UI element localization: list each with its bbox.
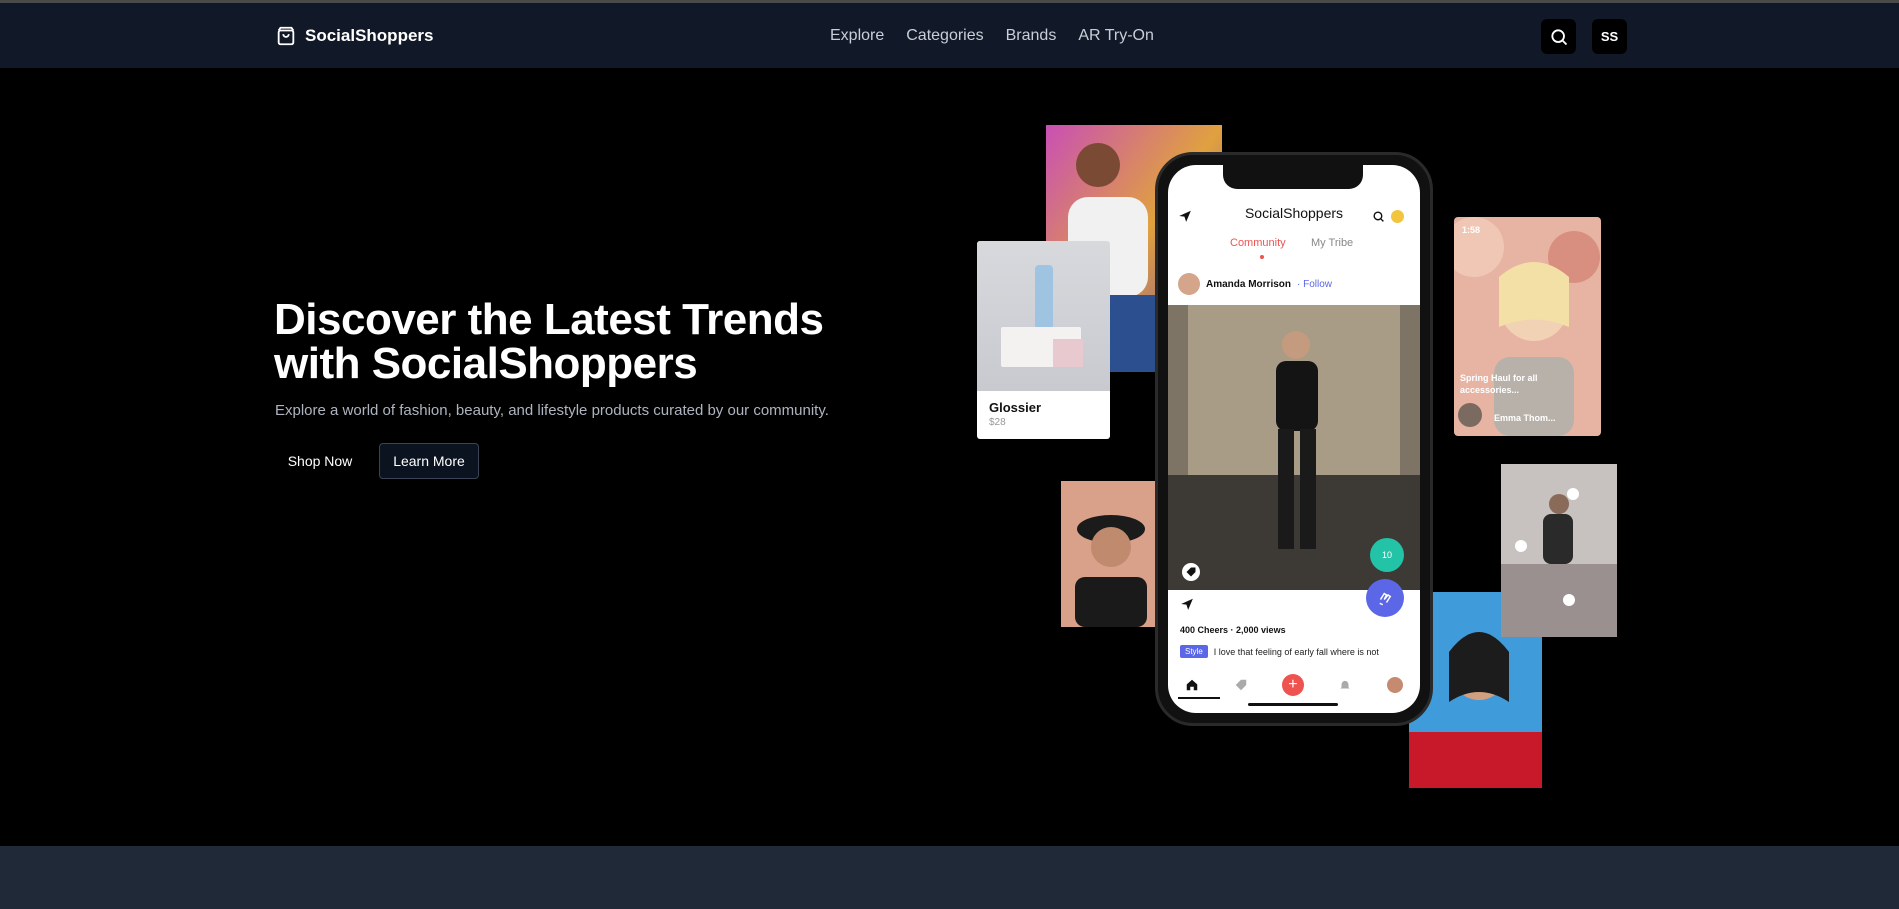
next-section bbox=[0, 846, 1899, 909]
search-icon[interactable] bbox=[1372, 210, 1385, 223]
follow-link[interactable]: · Follow bbox=[1297, 279, 1332, 290]
share-icon[interactable] bbox=[1180, 597, 1194, 611]
product-name: Glossier bbox=[989, 400, 1042, 415]
story-username: Emma Thom... bbox=[1494, 413, 1556, 423]
product-image bbox=[977, 241, 1110, 391]
add-post-button[interactable]: + bbox=[1281, 674, 1304, 696]
photo-man-hat bbox=[1061, 481, 1155, 627]
nav-link-ar-try-on[interactable]: AR Try-On bbox=[1078, 27, 1154, 45]
shopping-bag-icon bbox=[277, 26, 295, 46]
search-icon bbox=[1550, 28, 1567, 45]
main-nav: Explore Categories Brands AR Try-On bbox=[830, 27, 1154, 45]
user-avatar[interactable]: SS bbox=[1592, 19, 1627, 54]
author-name: Amanda Morrison bbox=[1206, 278, 1292, 290]
nav-link-brands[interactable]: Brands bbox=[1006, 27, 1057, 45]
photo-woman-rooftop bbox=[1501, 464, 1617, 637]
product-card-glossier[interactable]: Glossier $28 bbox=[977, 241, 1110, 439]
brand-logo[interactable]: SocialShoppers bbox=[275, 25, 433, 47]
brand-name: SocialShoppers bbox=[305, 26, 434, 45]
top-navbar: SocialShoppers Explore Categories Brands… bbox=[0, 3, 1899, 68]
post-stats: 400 Cheers · 2,000 views bbox=[1180, 625, 1286, 635]
bottom-tab-bar: + bbox=[1168, 670, 1420, 700]
shop-now-button[interactable]: Shop Now bbox=[275, 443, 365, 479]
story-caption: Spring Haul for all accessories... bbox=[1460, 373, 1538, 395]
clap-icon bbox=[1379, 592, 1392, 606]
tab-community[interactable]: Community bbox=[1230, 237, 1286, 249]
hero-subtitle: Explore a world of fashion, beauty, and … bbox=[275, 402, 829, 419]
cheer-button[interactable] bbox=[1366, 579, 1404, 617]
profile-dot[interactable] bbox=[1391, 210, 1404, 223]
nav-link-categories[interactable]: Categories bbox=[906, 27, 983, 45]
phone-screen: SocialShoppers Community My Tribe Amanda… bbox=[1168, 165, 1420, 713]
phone-notch bbox=[1223, 165, 1363, 189]
product-price: $28 bbox=[989, 417, 1006, 428]
active-tab-indicator bbox=[1260, 255, 1264, 259]
style-tag[interactable]: Style bbox=[1180, 645, 1208, 658]
tag-icon[interactable] bbox=[1234, 678, 1248, 692]
home-indicator bbox=[1248, 703, 1338, 706]
tag-icon[interactable] bbox=[1182, 563, 1200, 581]
badge-counter[interactable]: 10 bbox=[1370, 538, 1404, 572]
nav-link-explore[interactable]: Explore bbox=[830, 27, 884, 45]
story-timestamp: 1:58 bbox=[1462, 225, 1481, 235]
post-caption: Style I love that feeling of early fall … bbox=[1180, 645, 1410, 658]
tab-my-tribe[interactable]: My Tribe bbox=[1311, 237, 1353, 249]
phone-mockup: SocialShoppers Community My Tribe Amanda… bbox=[1155, 152, 1433, 726]
avatar[interactable] bbox=[1386, 677, 1403, 693]
avatar bbox=[1178, 273, 1200, 295]
search-button[interactable] bbox=[1541, 19, 1576, 54]
post-author[interactable]: Amanda Morrison · Follow bbox=[1178, 273, 1332, 295]
bell-icon[interactable] bbox=[1338, 678, 1352, 692]
caption-text: I love that feeling of early fall where … bbox=[1213, 646, 1379, 657]
story-card[interactable]: 1:58 Spring Haul for all accessories... … bbox=[1454, 217, 1601, 436]
learn-more-button[interactable]: Learn More bbox=[379, 443, 479, 479]
active-tab-underline bbox=[1178, 697, 1220, 699]
home-icon[interactable] bbox=[1185, 678, 1199, 692]
hero-headline: Discover the Latest Trends with SocialSh… bbox=[274, 295, 824, 388]
